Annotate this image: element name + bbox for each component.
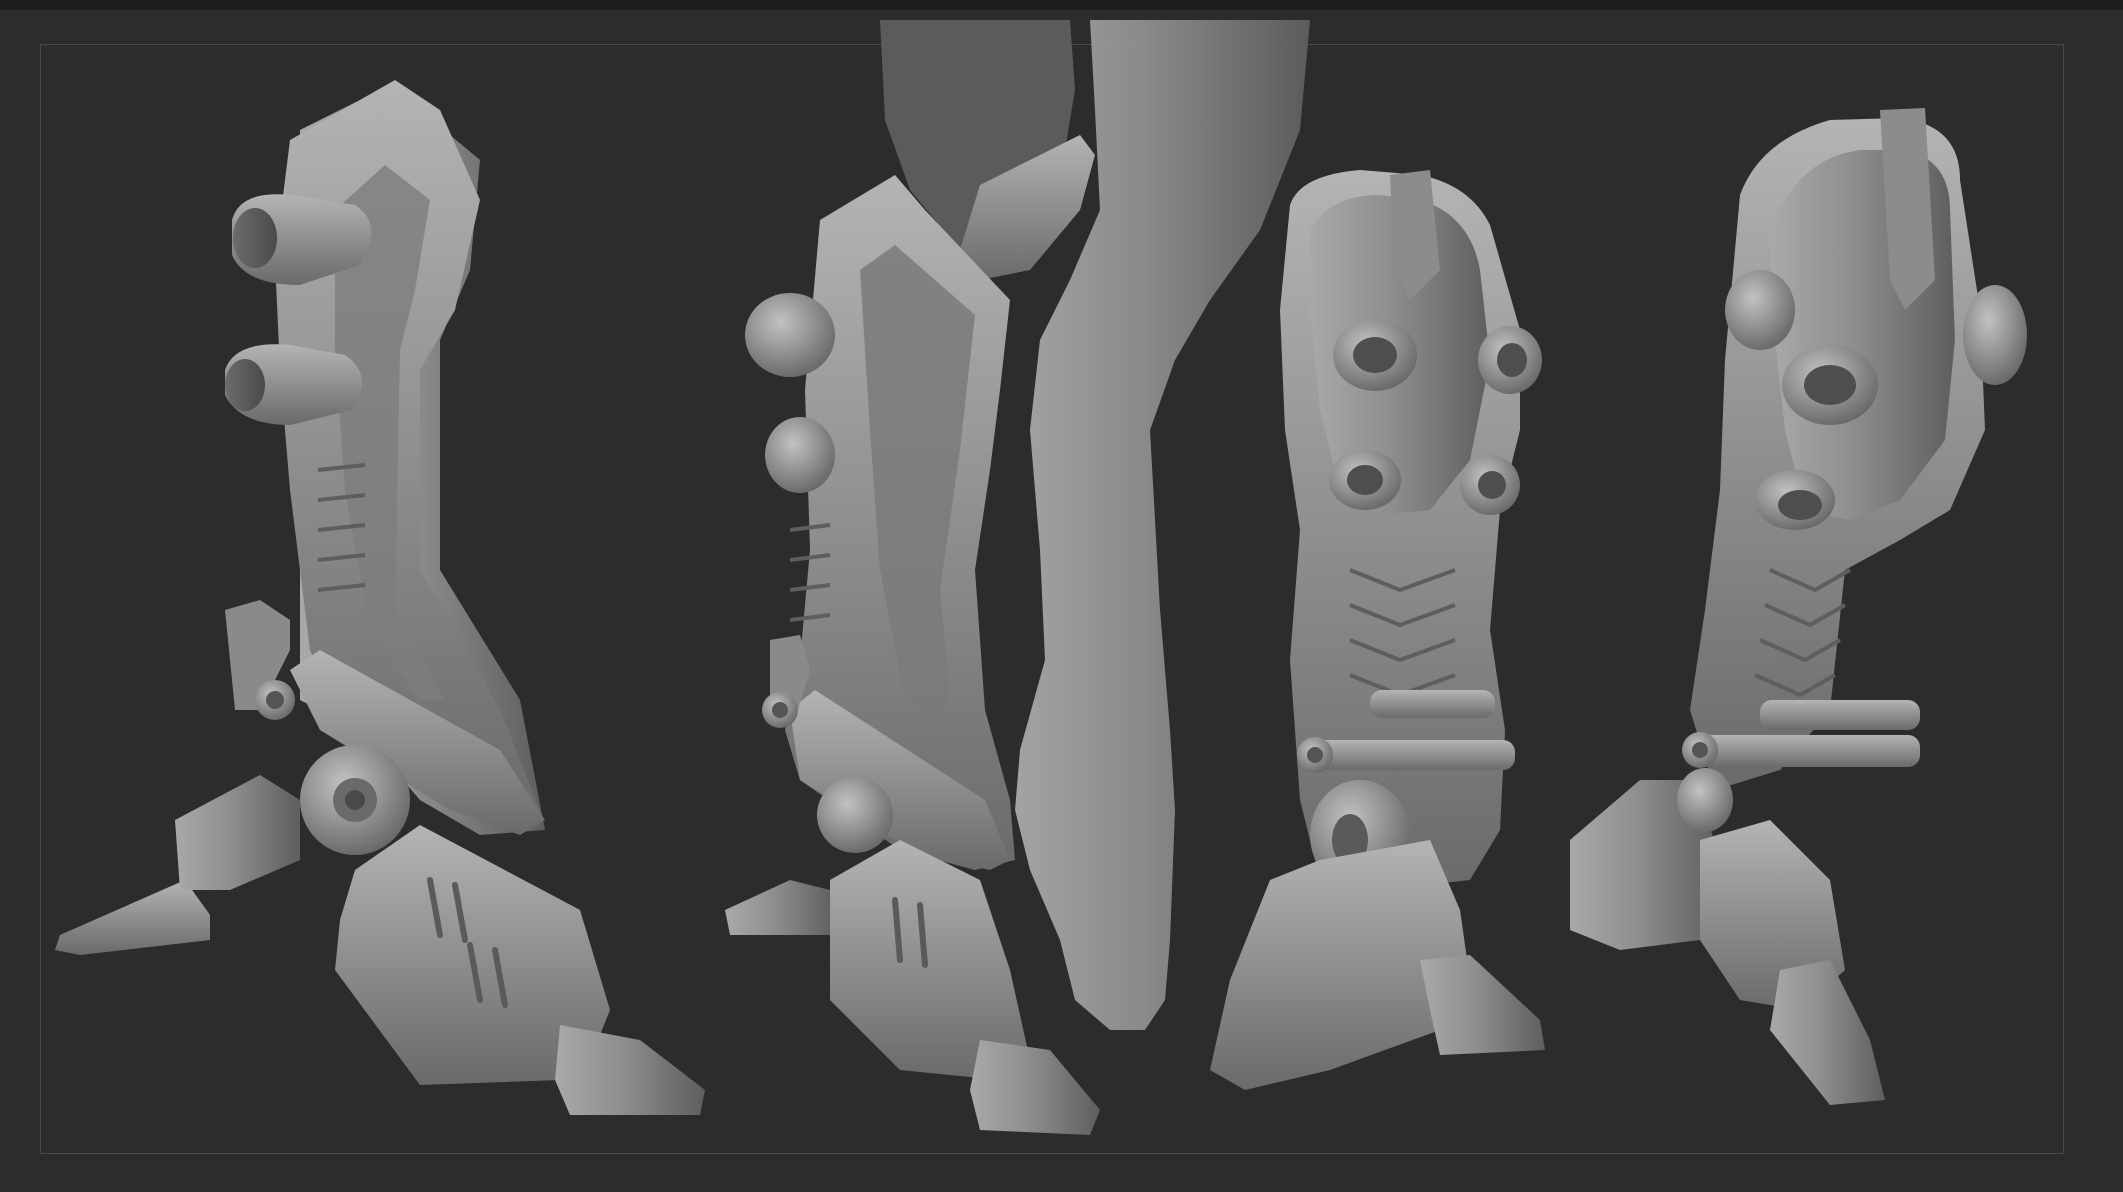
sculpt-viewport[interactable] bbox=[0, 10, 2123, 1192]
leg-1-side-view bbox=[55, 80, 705, 1115]
leg-4-front-three-quarter-view bbox=[1570, 108, 2027, 1105]
leg-2-three-quarter-with-body bbox=[725, 20, 1310, 1135]
sculpt-render bbox=[55, 20, 2027, 1135]
leg-3-front-view bbox=[1210, 170, 1545, 1090]
